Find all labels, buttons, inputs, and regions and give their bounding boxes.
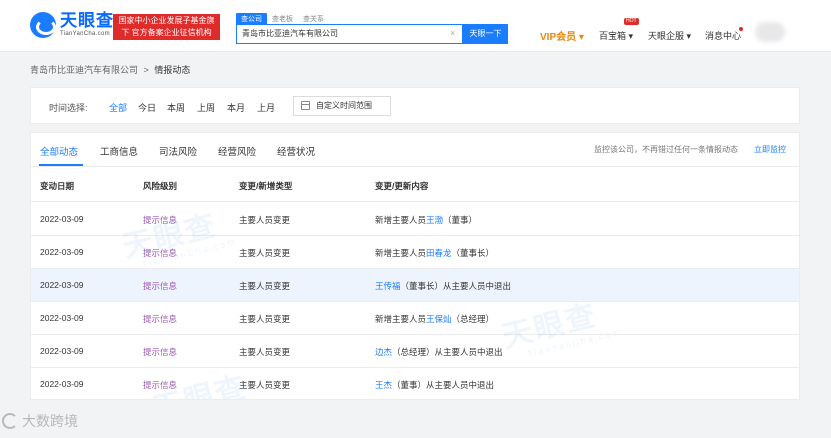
vip-member-link[interactable]: VIP会员 ▾ (540, 28, 584, 43)
row-change-content: 新增主要人员王保灿（总经理） (375, 314, 495, 324)
logo-eye-icon (30, 12, 56, 38)
row-date: 2022-03-09 (40, 247, 84, 257)
row-date: 2022-03-09 (40, 346, 84, 356)
active-tab-indicator (39, 164, 83, 166)
breadcrumb-current: 情报动态 (154, 65, 191, 75)
table-header: 变动日期 风险级别 变更/新增类型 变更/更新内容 (31, 170, 799, 202)
news-feed-card: 全部动态 工商信息 司法风险 经营风险 经营状况 监控该公司，不再错过任何一条情… (30, 132, 800, 400)
time-filter-label: 时间选择: (49, 103, 88, 113)
person-link[interactable]: 王传福 (375, 281, 401, 291)
chevron-down-icon: ▾ (628, 31, 634, 41)
row-change-content: 王杰（董事）从主要人员中退出 (375, 380, 495, 390)
filter-this-month[interactable]: 本月 (227, 101, 245, 114)
source-watermark: 大数跨境 (2, 411, 78, 431)
tianyancha-logo[interactable]: 天眼查 TianYanCha.com (30, 12, 114, 38)
chevron-down-icon: ▾ (686, 31, 692, 41)
logo-text: 天眼查 (60, 11, 114, 30)
header-change-content: 变更/更新内容 (375, 181, 429, 191)
header-date: 变动日期 (40, 181, 75, 191)
row-risk-level: 提示信息 (143, 281, 178, 291)
chevron-down-icon: ▾ (578, 32, 584, 43)
filter-last-month[interactable]: 上月 (257, 101, 275, 114)
row-date: 2022-03-09 (40, 280, 84, 290)
row-change-type: 主要人员变更 (239, 314, 291, 324)
unread-dot (739, 27, 743, 31)
person-link[interactable]: 边杰 (375, 347, 392, 357)
search-input[interactable]: 青岛市比亚迪汽车有限公司 (236, 24, 463, 44)
tab-business-info[interactable]: 工商信息 (100, 144, 138, 158)
table-row[interactable]: 2022-03-09 提示信息 主要人员变更 新增主要人员田春龙（董事长） (31, 236, 799, 269)
breadcrumb: 青岛市比亚迪汽车有限公司 > 情报动态 (30, 63, 190, 76)
nav-message-center[interactable]: 消息中心 (705, 29, 741, 42)
calendar-icon (301, 101, 310, 110)
person-link[interactable]: 王杰 (375, 380, 392, 390)
monitor-now-link[interactable]: 立即监控 (754, 144, 786, 155)
filter-all[interactable]: 全部 (109, 101, 127, 114)
table-row[interactable]: 2022-03-09 提示信息 主要人员变更 新增主要人员王渤（董事） (31, 203, 799, 236)
time-filter-bar: 时间选择: 全部 今日 本周 上周 本月 上月 自定义时间范围 (30, 87, 800, 124)
breadcrumb-company[interactable]: 青岛市比亚迪汽车有限公司 (30, 65, 138, 75)
filter-today[interactable]: 今日 (138, 101, 156, 114)
row-risk-level: 提示信息 (143, 380, 178, 390)
row-change-content: 边杰（总经理）从主要人员中退出 (375, 347, 503, 357)
row-change-content: 新增主要人员王渤（董事） (375, 215, 478, 225)
nav-tianyan-qifu[interactable]: 天眼企服 ▾ (648, 29, 691, 42)
avatar[interactable] (755, 22, 785, 42)
row-change-type: 主要人员变更 (239, 281, 291, 291)
table-row[interactable]: 2022-03-09 提示信息 主要人员变更 王传福（董事长）从主要人员中退出 (31, 269, 799, 302)
row-date: 2022-03-09 (40, 214, 84, 224)
logo-domain: TianYanCha.com (60, 31, 110, 37)
header-risk-level: 风险级别 (143, 181, 178, 191)
person-link[interactable]: 田春龙 (426, 248, 452, 258)
person-link[interactable]: 王保灿 (426, 314, 452, 324)
person-link[interactable]: 王渤 (426, 215, 443, 225)
row-change-type: 主要人员变更 (239, 248, 291, 258)
breadcrumb-separator: > (143, 65, 149, 75)
table-row[interactable]: 2022-03-09 提示信息 主要人员变更 王杰（董事）从主要人员中退出 (31, 368, 799, 399)
row-change-type: 主要人员变更 (239, 347, 291, 357)
header-change-type: 变更/新增类型 (239, 181, 293, 191)
monitor-hint: 监控该公司，不再错过任何一条情报动态 (594, 145, 738, 154)
row-risk-level: 提示信息 (143, 215, 178, 225)
hot-badge: HOT (624, 18, 639, 25)
row-change-content: 王传福（董事长）从主要人员中退出 (375, 281, 512, 291)
tab-judicial-risk[interactable]: 司法风险 (159, 144, 197, 158)
row-risk-level: 提示信息 (143, 314, 178, 324)
tab-bar: 全部动态 工商信息 司法风险 经营风险 经营状况 监控该公司，不再错过任何一条情… (31, 133, 799, 167)
row-date: 2022-03-09 (40, 379, 84, 389)
clear-icon[interactable]: × (450, 28, 455, 38)
row-change-content: 新增主要人员田春龙（董事长） (375, 248, 495, 258)
nav-baibaoxiang[interactable]: 百宝箱 ▾ (599, 29, 633, 42)
table-row[interactable]: 2022-03-09 提示信息 主要人员变更 边杰（总经理）从主要人员中退出 (31, 335, 799, 368)
source-logo-icon (2, 413, 18, 429)
row-change-type: 主要人员变更 (239, 215, 291, 225)
tab-operation-status[interactable]: 经营状况 (277, 144, 315, 158)
top-header: 天眼查 TianYanCha.com 国家中小企业发展子基金旗下 官方备案企业征… (0, 0, 831, 52)
tab-all-news[interactable]: 全部动态 (40, 144, 78, 158)
row-change-type: 主要人员变更 (239, 380, 291, 390)
filter-last-week[interactable]: 上周 (197, 101, 215, 114)
table-row[interactable]: 2022-03-09 提示信息 主要人员变更 新增主要人员王保灿（总经理） (31, 302, 799, 335)
search-button[interactable]: 天眼一下 (463, 24, 508, 44)
official-badge: 国家中小企业发展子基金旗下 官方备案企业征信机构 (113, 14, 220, 40)
filter-this-week[interactable]: 本周 (167, 101, 185, 114)
row-risk-level: 提示信息 (143, 248, 178, 258)
custom-range-button[interactable]: 自定义时间范围 (293, 96, 391, 116)
row-risk-level: 提示信息 (143, 347, 178, 357)
tab-operation-risk[interactable]: 经营风险 (218, 144, 256, 158)
row-date: 2022-03-09 (40, 313, 84, 323)
